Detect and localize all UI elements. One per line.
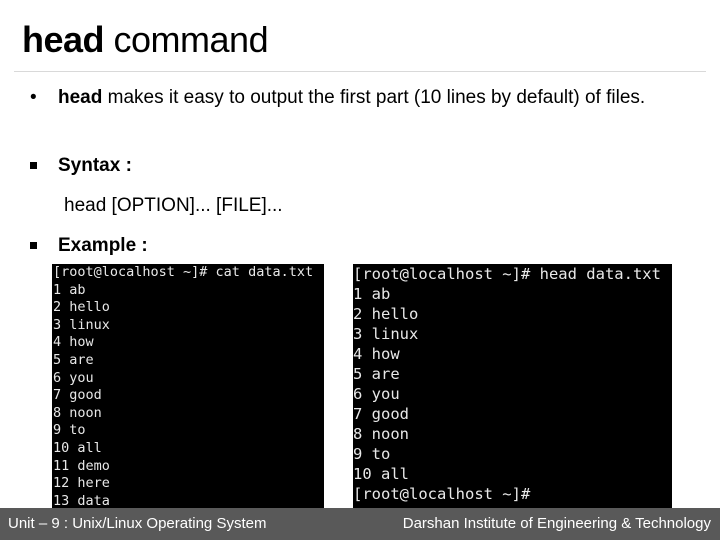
bullet-syntax: Syntax : [30,154,132,178]
square-bullet-icon [30,242,37,249]
terminal-line: 5 are [353,365,400,383]
terminal-line: 11 demo [53,457,110,474]
terminal-line: 2 hello [353,305,419,323]
terminal-line: 8 noon [353,425,409,443]
syntax-label: Syntax : [58,155,132,176]
terminal-line: 1 ab [353,285,391,303]
terminal-line: 12 here [53,475,110,492]
slide-title: head command [22,18,269,62]
bullet-dot-icon: • [30,87,37,108]
square-bullet-icon [30,162,37,169]
terminal-line: [root@localhost ~]# [353,485,531,503]
terminal-line: 9 to [53,422,86,439]
terminal-line: 4 how [53,334,94,351]
bullet-intro: • head makes it easy to output the first… [30,86,710,110]
terminal-cat-output: [root@localhost ~]# cat data.txt 1 ab 2 he… [52,264,324,508]
intro-bold: head [58,87,103,108]
terminal-line: 10 all [353,465,409,483]
terminal-line: 8 noon [53,404,102,421]
terminal-line: 7 good [353,405,409,423]
terminal-line: 6 you [353,385,400,403]
title-bold: head [22,19,105,60]
terminal-line: [root@localhost ~]# head data.txt [353,265,661,283]
syntax-value: head [OPTION]... [FILE]... [64,195,283,216]
terminal-line: [root@localhost ~]# cat data.txt [53,264,314,280]
footer-institute: Darshan Institute of Engineering & Techn… [402,515,711,532]
intro-text: makes it easy to output the first part (… [102,87,646,108]
terminal-line: 2 hello [53,299,110,316]
terminal-line: 3 linux [53,316,110,333]
footer-unit: Unit – 9 : Unix/Linux Operating System [8,515,267,532]
terminal-line: 10 all [53,439,102,456]
terminal-line: 1 ab [53,281,86,298]
terminal-head-output: [root@localhost ~]# head data.txt 1 ab 2 h… [353,264,672,508]
title-rest: command [104,19,269,60]
terminal-line: 7 good [53,387,102,404]
bullet-example: Example : [30,234,148,258]
footer-bar: Unit – 9 : Unix/Linux Operating System D… [0,508,720,540]
terminal-line: 6 you [53,369,94,386]
example-label: Example : [58,235,148,256]
terminal-line: 13 data [53,492,110,508]
terminal-line: 5 are [53,351,94,368]
title-divider [14,71,706,72]
terminal-line: 4 how [353,345,400,363]
terminal-line: 9 to [353,445,391,463]
terminal-line: 3 linux [353,325,419,343]
